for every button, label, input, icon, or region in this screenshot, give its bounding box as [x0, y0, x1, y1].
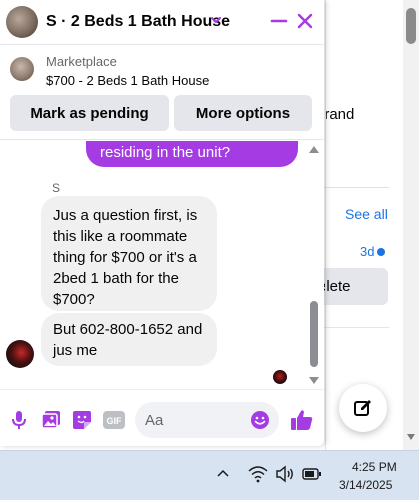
scroll-down-arrow[interactable] — [407, 434, 415, 440]
svg-text:GIF: GIF — [107, 416, 123, 426]
taskbar: 4:25 PM 3/14/2025 — [0, 450, 419, 500]
scrollbar-thumb[interactable] — [310, 301, 318, 367]
scroll-down-arrow[interactable] — [309, 377, 319, 384]
listing-thumbnail[interactable] — [10, 57, 34, 81]
close-icon — [297, 13, 313, 29]
volume-icon[interactable] — [275, 465, 295, 483]
thumbs-up-icon — [291, 410, 313, 430]
clock-time[interactable]: 4:25 PM — [352, 460, 397, 474]
divider — [316, 327, 389, 328]
see-all-link[interactable]: See all — [345, 206, 388, 222]
marketplace-listing: Marketplace $700 - 2 Beds 1 Bath House M… — [0, 45, 324, 140]
microphone-icon — [12, 411, 26, 429]
thread-scrollbar[interactable] — [307, 141, 321, 389]
scrollbar-thumb[interactable] — [406, 8, 416, 44]
divider — [316, 187, 389, 188]
page-scrollbar[interactable] — [403, 0, 419, 450]
listing-source: Marketplace — [46, 54, 117, 69]
minimize-icon — [270, 19, 288, 23]
sticker-button[interactable] — [71, 409, 93, 431]
wifi-icon[interactable] — [248, 465, 268, 483]
gallery-icon — [41, 411, 60, 429]
clock-date[interactable]: 3/14/2025 — [339, 478, 392, 492]
notification-time: 3d — [360, 244, 375, 259]
compose-icon — [354, 400, 371, 416]
voice-clip-button[interactable] — [8, 409, 30, 431]
sticker-icon — [73, 411, 91, 429]
divider — [325, 0, 326, 450]
gif-button[interactable]: GIF — [103, 409, 125, 431]
gif-icon: GIF — [103, 411, 125, 429]
listing-title[interactable]: $700 - 2 Beds 1 Bath House — [46, 73, 209, 88]
message-composer: GIF — [0, 389, 324, 446]
scroll-up-arrow[interactable] — [309, 146, 319, 153]
incoming-message[interactable]: Jus a question first, is this like a roo… — [41, 196, 217, 311]
attach-media-button[interactable] — [40, 409, 62, 431]
avatar[interactable] — [6, 340, 34, 368]
seen-indicator-avatar — [273, 370, 287, 384]
new-message-button[interactable] — [339, 384, 387, 432]
chevron-down-icon[interactable] — [209, 13, 223, 27]
outgoing-message[interactable]: residing in the unit? — [86, 141, 298, 167]
minimize-button[interactable] — [268, 10, 290, 32]
more-options-button[interactable]: More options — [174, 95, 312, 131]
unread-dot — [377, 248, 385, 256]
avatar[interactable] — [6, 6, 38, 38]
send-like-button[interactable] — [290, 408, 314, 432]
chat-window: S · 2 Beds 1 Bath House Marketplace $700… — [0, 0, 324, 446]
mark-pending-button[interactable]: Mark as pending — [10, 95, 169, 131]
chat-header[interactable]: S · 2 Beds 1 Bath House — [0, 0, 324, 44]
chevron-up-icon[interactable] — [216, 467, 230, 481]
battery-icon[interactable] — [302, 467, 322, 481]
emoji-icon — [251, 411, 269, 429]
chat-title[interactable]: S · 2 Beds 1 Bath House — [46, 13, 230, 31]
sender-name: S — [52, 181, 61, 195]
emoji-button[interactable] — [250, 410, 270, 430]
close-button[interactable] — [294, 10, 316, 32]
message-thread: residing in the unit? S Jus a question f… — [0, 141, 324, 389]
incoming-message[interactable]: But 602-800-1652 and jus me — [41, 313, 217, 366]
